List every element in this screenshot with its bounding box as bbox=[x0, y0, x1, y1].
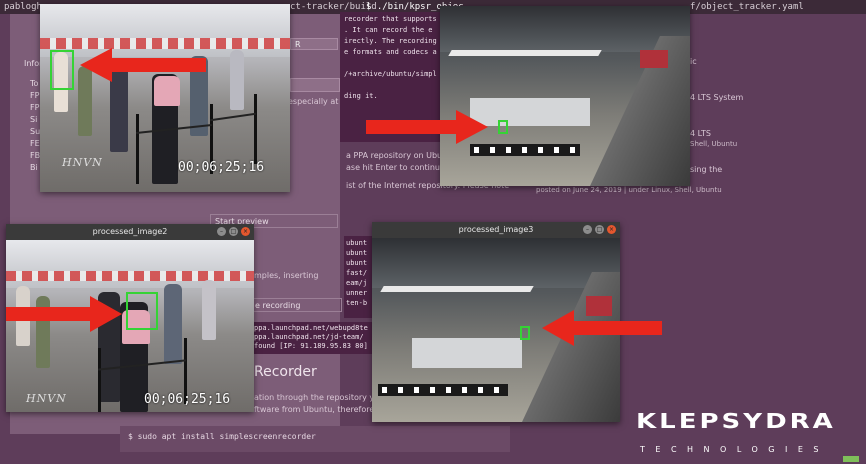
detection-bounding-box bbox=[520, 326, 530, 340]
klepsydra-logo: KLEPSYDRA TECHNOLOGIES bbox=[636, 410, 861, 462]
sidebar-label-7: FB bbox=[30, 151, 41, 160]
close-icon[interactable]: × bbox=[607, 225, 616, 234]
close-icon[interactable]: × bbox=[241, 227, 250, 236]
timecode: 00;06;25;16 bbox=[178, 160, 265, 175]
detection-bounding-box bbox=[498, 120, 508, 134]
arrow-left-icon bbox=[80, 48, 206, 82]
enter-text: ase hit Enter to continue bbox=[346, 163, 445, 172]
detection-bounding-box bbox=[126, 292, 158, 330]
terminal-prompt-user: pablogh bbox=[4, 2, 42, 12]
sidebar-label-6: FE bbox=[30, 139, 40, 148]
sidebar-label-5: Su bbox=[30, 127, 41, 136]
posted-text: posted on June 24, 2019 | under Linux, S… bbox=[536, 186, 722, 194]
shell-ubuntu-text: Shell, Ubuntu bbox=[690, 140, 738, 148]
right-ic-text: ic bbox=[690, 57, 697, 66]
recording-label: e recording bbox=[255, 301, 301, 310]
recording-button[interactable]: e recording bbox=[252, 298, 342, 312]
terminal-line: ppa.launchpad.net/webupd8te bbox=[254, 324, 368, 332]
install-code-block: $ sudo apt install simplescreenrecorder bbox=[120, 426, 510, 452]
minimize-icon[interactable]: – bbox=[217, 227, 226, 236]
logo-subtitle: TECHNOLOGIES bbox=[640, 445, 829, 454]
sidebar-label-4: Si bbox=[30, 115, 38, 124]
timecode: 00;06;25;16 bbox=[144, 392, 231, 407]
especially-text: especially at bbox=[288, 97, 339, 106]
recorder-heading: Recorder bbox=[254, 364, 317, 380]
window-titlebar[interactable]: processed_image2 – □ × bbox=[6, 224, 254, 240]
settings-dropdown[interactable]: R bbox=[290, 38, 338, 50]
repo-text: ation through the repository you j bbox=[254, 393, 389, 402]
airport-camera-feed: HNVN 00;06;25;16 bbox=[40, 4, 290, 192]
settings-dropdown-value: R bbox=[295, 40, 301, 49]
maximize-icon[interactable]: □ bbox=[229, 227, 238, 236]
station-camera-feed bbox=[440, 6, 690, 186]
minimize-icon[interactable]: – bbox=[583, 225, 592, 234]
terminal-line: ppa.launchpad.net/jd-team/ bbox=[254, 333, 364, 341]
sidebar-label-8: Bi bbox=[30, 163, 38, 172]
window-title: processed_image2 bbox=[92, 227, 168, 236]
terminal-line: found [IP: 91.189.95.83 80] bbox=[254, 342, 368, 350]
maximize-icon[interactable]: □ bbox=[595, 225, 604, 234]
settings-dropdown-2[interactable] bbox=[290, 78, 340, 92]
middle-terminal-3: ppa.launchpad.net/webupd8te ppa.launchpa… bbox=[250, 322, 374, 354]
video-window-top-left[interactable]: HNVN 00;06;25;16 bbox=[40, 4, 290, 192]
sidebar-label-3: FP bbox=[30, 103, 40, 112]
ppa-text: a PPA repository on Ubu bbox=[346, 151, 443, 160]
detection-bounding-box bbox=[50, 50, 74, 90]
window-titlebar[interactable]: processed_image3 – □ × bbox=[372, 222, 620, 238]
using-the-link[interactable]: sing the bbox=[690, 164, 722, 175]
lts-link[interactable]: 4 LTS bbox=[690, 128, 711, 139]
arrow-right-icon bbox=[6, 296, 122, 332]
video-window-top-right[interactable] bbox=[440, 6, 690, 186]
arrow-left-icon bbox=[542, 310, 662, 346]
ubuntu-text: ftware from Ubuntu, therefore en bbox=[254, 405, 387, 414]
logo-wordmark: KLEPSYDRA bbox=[636, 410, 836, 434]
sidebar-label-2: FP bbox=[30, 91, 40, 100]
status-chip bbox=[843, 456, 859, 462]
install-command: $ sudo apt install simplescreenrecorder bbox=[128, 432, 316, 441]
window-title: processed_image3 bbox=[458, 225, 534, 234]
lts-system-link[interactable]: 4 LTS System bbox=[690, 92, 743, 103]
camera-brand-watermark: HNVN bbox=[62, 156, 103, 169]
camera-brand-watermark: HNVN bbox=[26, 392, 67, 405]
arrow-right-icon bbox=[366, 110, 488, 144]
samples-text: mples, inserting bbox=[254, 271, 319, 280]
terminal-yaml: f/object_tracker.yaml bbox=[690, 2, 804, 12]
sidebar-label-1: To bbox=[30, 79, 39, 88]
